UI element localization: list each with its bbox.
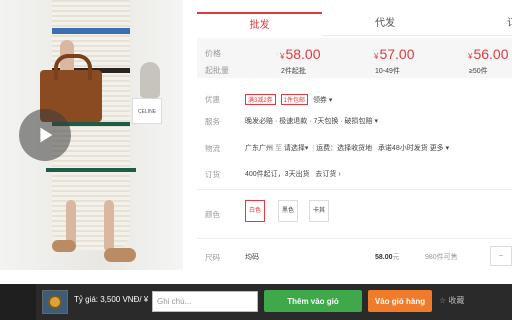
chevron-down-icon: ▾ (304, 145, 309, 152)
service-label: 服务 (205, 117, 220, 126)
price-tier-3-qty: ≥50件 (469, 68, 488, 75)
logistics-values: 广东广州 至 请选择▾ | 运费：选择收货地 承诺48小时发货 更多 ▾ (245, 143, 449, 153)
logistics-more[interactable]: 更多 (430, 145, 444, 152)
size-price-value: 58.00 (375, 254, 393, 261)
moq-label: 起批量 (205, 66, 229, 75)
photo-leg (104, 200, 114, 252)
order-link[interactable]: 去订货 (315, 171, 336, 178)
order-values: 400件起订，3天出货 去订货 › (245, 169, 341, 179)
dress-stripe (52, 28, 130, 34)
chevron-down-icon: ▾ (445, 145, 450, 152)
price-tier-2: ¥57.00 (374, 46, 415, 62)
price-value: 58.00 (285, 46, 321, 62)
price-box: 价格 起批量 ¥58.00 2件起批 ¥57.00 10-49件 ¥56.00 … (197, 38, 512, 78)
offers-values: 满3减2券 1件包邮 领券 ▾ (245, 94, 332, 105)
exchange-rate: Tỷ giá: 3,500 VNĐ/ ¥ (74, 295, 149, 304)
color-option-khaki[interactable]: 卡其 (309, 200, 329, 222)
play-icon (40, 127, 53, 143)
photo-sandal (52, 240, 76, 252)
product-thumbnail[interactable] (42, 290, 68, 314)
go-to-cart-button[interactable]: Vào giỏ hàng (368, 290, 432, 312)
price-label: 价格 (205, 49, 221, 58)
price-tier-1: ¥58.00 (280, 46, 321, 62)
price-tier-2-qty: 10-49件 (375, 68, 400, 75)
service-text[interactable]: 晚发必赔 · 极速退款 · 7天包换 · 破损包赔 ▾ (245, 116, 378, 126)
note-input[interactable] (152, 291, 258, 312)
extension-bottom-bar: Tỷ giá: 3,500 VNĐ/ ¥ Thêm vào giỏ Vào gi… (0, 284, 512, 320)
photo-shelf: CELINE (132, 98, 162, 124)
price-tier-3: ¥56.00 (468, 46, 509, 62)
favorite-label: 收藏 (448, 296, 465, 305)
favorite-action[interactable]: ☆ 收藏 (439, 295, 464, 306)
mode-tabs: 批发 代发 订 (197, 12, 512, 36)
bar-left-panel (0, 284, 36, 320)
divider (197, 238, 512, 239)
size-stock: 980件可售 (425, 254, 458, 261)
tab-wholesale[interactable]: 批发 (197, 12, 322, 36)
coupon-link[interactable]: 领券 (313, 97, 327, 104)
quantity-decrement-button[interactable]: − (490, 246, 512, 266)
ship-to-prefix: 至 (274, 145, 282, 152)
size-label: 尺码 (205, 253, 220, 262)
chevron-down-icon: ▾ (374, 118, 379, 125)
separator: | (312, 145, 315, 152)
tab-dropship[interactable]: 代发 (325, 12, 445, 36)
star-icon: ☆ (439, 296, 447, 305)
video-play-button[interactable] (19, 109, 71, 161)
ship-commit: 承诺48小时发货 (377, 145, 428, 152)
offer-tag[interactable]: 1件包邮 (280, 94, 308, 105)
tab-order[interactable]: 订 (492, 12, 512, 36)
price-value: 56.00 (473, 46, 509, 62)
size-price-unit: 元 (392, 254, 400, 261)
currency-symbol: ¥ (280, 52, 285, 61)
currency-symbol: ¥ (468, 52, 473, 61)
logistics-label: 物流 (205, 144, 220, 153)
color-option-black[interactable]: 黑色 (278, 200, 298, 222)
currency-symbol: ¥ (374, 52, 379, 61)
offers-label: 优惠 (205, 95, 220, 104)
logo-badge-icon (48, 295, 62, 309)
offer-tag[interactable]: 满3减2券 (245, 94, 276, 105)
color-label: 颜色 (205, 210, 220, 219)
order-text: 400件起订，3天出货 (245, 171, 310, 178)
chevron-down-icon: ▾ (328, 97, 333, 104)
photo-sandal (104, 248, 136, 262)
divider (197, 189, 512, 190)
color-option-white[interactable]: 白色 (245, 200, 265, 222)
freight-text: 运费：选择收货地 (316, 145, 373, 152)
shelf-label: CELINE (137, 109, 157, 115)
price-value: 57.00 (379, 46, 415, 62)
chevron-right-icon: › (338, 171, 341, 178)
size-name: 均码 (245, 254, 259, 261)
order-label: 订货 (205, 170, 220, 179)
photo-plant (140, 62, 160, 98)
add-to-cart-button[interactable]: Thêm vào giỏ (264, 290, 362, 312)
size-price: 58.00元 (375, 252, 400, 262)
ship-to-select[interactable]: 请选择 (284, 145, 305, 152)
dress-stripe (46, 168, 136, 172)
ship-from: 广东广州 (245, 145, 273, 152)
service-list: 晚发必赔 · 极速退款 · 7天包换 · 破损包赔 (245, 118, 373, 125)
price-tier-1-qty: 2件起批 (281, 68, 306, 75)
